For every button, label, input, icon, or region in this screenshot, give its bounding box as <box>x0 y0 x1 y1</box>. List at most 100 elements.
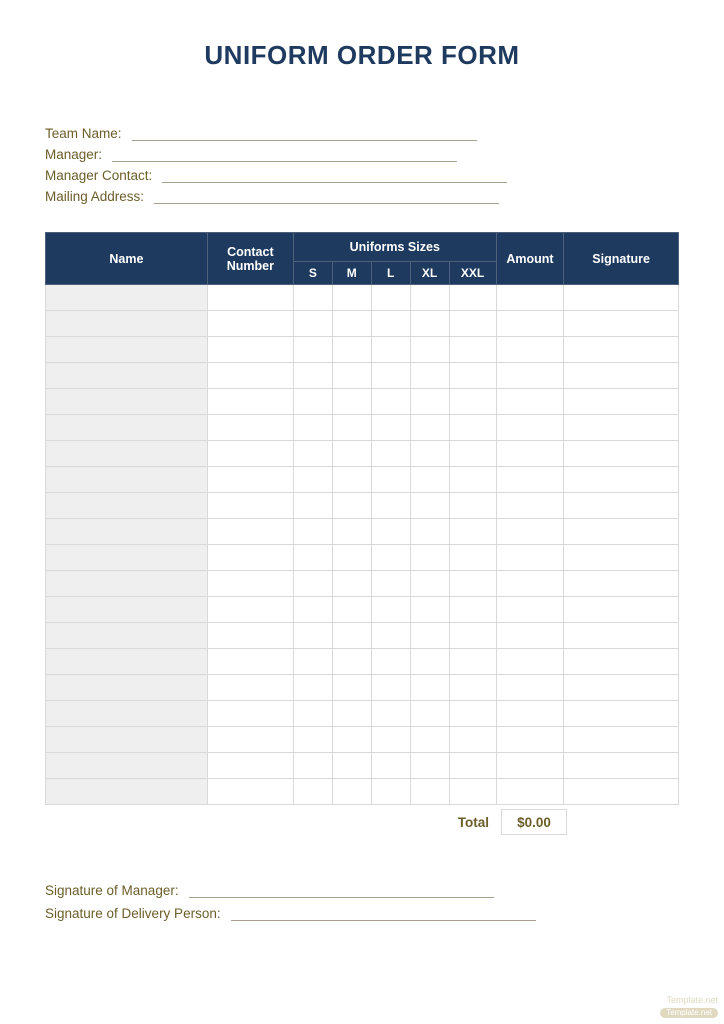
cell[interactable] <box>332 545 371 571</box>
cell[interactable] <box>449 415 496 441</box>
cell[interactable] <box>449 493 496 519</box>
cell[interactable] <box>371 467 410 493</box>
cell[interactable] <box>293 753 332 779</box>
cell[interactable] <box>449 727 496 753</box>
cell[interactable] <box>371 545 410 571</box>
cell[interactable] <box>449 675 496 701</box>
cell[interactable] <box>332 649 371 675</box>
cell[interactable] <box>207 597 293 623</box>
cell[interactable] <box>564 545 679 571</box>
cell[interactable] <box>371 337 410 363</box>
cell[interactable] <box>46 389 208 415</box>
cell[interactable] <box>371 493 410 519</box>
cell[interactable] <box>46 467 208 493</box>
cell[interactable] <box>496 649 564 675</box>
cell[interactable] <box>207 363 293 389</box>
cell[interactable] <box>207 467 293 493</box>
cell[interactable] <box>496 311 564 337</box>
cell[interactable] <box>496 571 564 597</box>
cell[interactable] <box>332 623 371 649</box>
cell[interactable] <box>293 493 332 519</box>
cell[interactable] <box>449 363 496 389</box>
cell[interactable] <box>496 597 564 623</box>
cell[interactable] <box>449 467 496 493</box>
cell[interactable] <box>46 545 208 571</box>
cell[interactable] <box>207 779 293 805</box>
cell[interactable] <box>207 493 293 519</box>
cell[interactable] <box>332 701 371 727</box>
cell[interactable] <box>449 337 496 363</box>
cell[interactable] <box>564 363 679 389</box>
cell[interactable] <box>46 337 208 363</box>
cell[interactable] <box>207 311 293 337</box>
cell[interactable] <box>371 623 410 649</box>
cell[interactable] <box>410 701 449 727</box>
cell[interactable] <box>449 779 496 805</box>
cell[interactable] <box>293 519 332 545</box>
cell[interactable] <box>207 337 293 363</box>
cell[interactable] <box>371 441 410 467</box>
cell[interactable] <box>207 415 293 441</box>
cell[interactable] <box>410 441 449 467</box>
cell[interactable] <box>410 675 449 701</box>
cell[interactable] <box>332 285 371 311</box>
input-line-manager-contact[interactable] <box>162 169 507 183</box>
cell[interactable] <box>207 441 293 467</box>
cell[interactable] <box>564 727 679 753</box>
cell[interactable] <box>46 727 208 753</box>
cell[interactable] <box>410 753 449 779</box>
cell[interactable] <box>332 727 371 753</box>
cell[interactable] <box>564 415 679 441</box>
cell[interactable] <box>207 545 293 571</box>
cell[interactable] <box>207 675 293 701</box>
cell[interactable] <box>46 415 208 441</box>
cell[interactable] <box>371 311 410 337</box>
cell[interactable] <box>410 779 449 805</box>
cell[interactable] <box>293 571 332 597</box>
cell[interactable] <box>293 389 332 415</box>
cell[interactable] <box>293 779 332 805</box>
cell[interactable] <box>410 493 449 519</box>
cell[interactable] <box>332 337 371 363</box>
cell[interactable] <box>293 467 332 493</box>
cell[interactable] <box>46 623 208 649</box>
cell[interactable] <box>293 597 332 623</box>
cell[interactable] <box>410 623 449 649</box>
cell[interactable] <box>564 467 679 493</box>
input-line-team-name[interactable] <box>132 127 477 141</box>
cell[interactable] <box>293 545 332 571</box>
cell[interactable] <box>293 337 332 363</box>
cell[interactable] <box>496 389 564 415</box>
cell[interactable] <box>293 649 332 675</box>
cell[interactable] <box>46 649 208 675</box>
cell[interactable] <box>410 415 449 441</box>
cell[interactable] <box>449 571 496 597</box>
input-line-manager[interactable] <box>112 148 457 162</box>
cell[interactable] <box>293 285 332 311</box>
cell[interactable] <box>46 519 208 545</box>
cell[interactable] <box>449 701 496 727</box>
cell[interactable] <box>449 441 496 467</box>
cell[interactable] <box>46 493 208 519</box>
cell[interactable] <box>332 311 371 337</box>
cell[interactable] <box>564 649 679 675</box>
cell[interactable] <box>293 701 332 727</box>
cell[interactable] <box>46 441 208 467</box>
cell[interactable] <box>410 727 449 753</box>
cell[interactable] <box>293 727 332 753</box>
cell[interactable] <box>564 311 679 337</box>
cell[interactable] <box>46 753 208 779</box>
cell[interactable] <box>293 363 332 389</box>
cell[interactable] <box>564 597 679 623</box>
cell[interactable] <box>332 441 371 467</box>
cell[interactable] <box>207 753 293 779</box>
cell[interactable] <box>371 415 410 441</box>
cell[interactable] <box>371 675 410 701</box>
cell[interactable] <box>332 415 371 441</box>
cell[interactable] <box>410 311 449 337</box>
cell[interactable] <box>410 363 449 389</box>
cell[interactable] <box>496 519 564 545</box>
cell[interactable] <box>564 441 679 467</box>
cell[interactable] <box>496 727 564 753</box>
cell[interactable] <box>496 545 564 571</box>
